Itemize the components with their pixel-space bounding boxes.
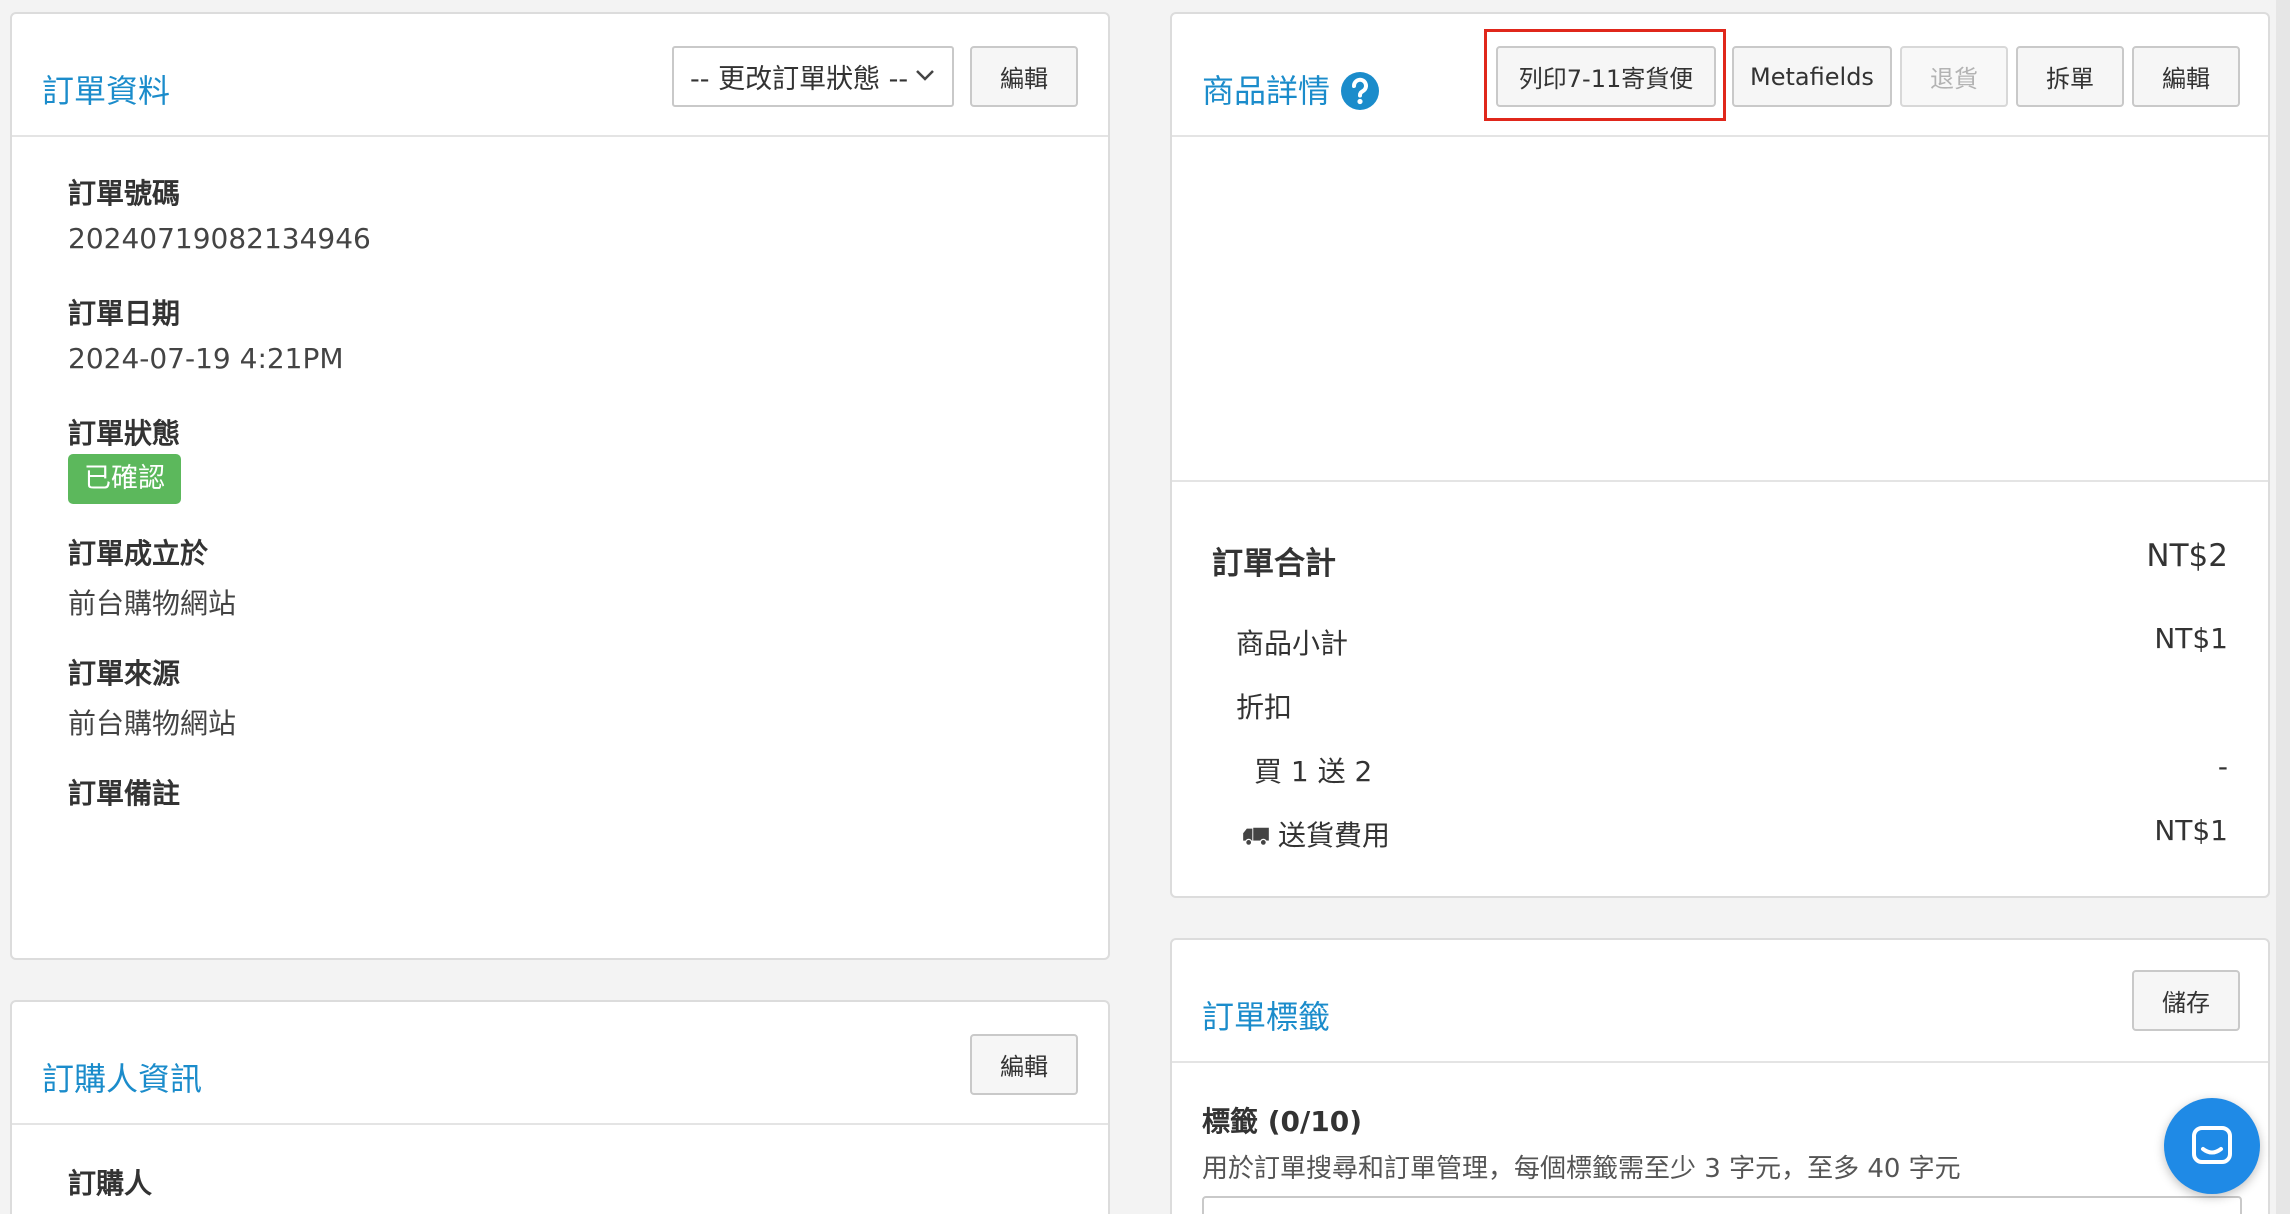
order-number-value: 20240719082134946 bbox=[68, 222, 371, 255]
discount-label: 折扣 bbox=[1236, 691, 1293, 724]
window-right-edge bbox=[2276, 0, 2290, 1214]
product-details-edit-button[interactable]: 編輯 bbox=[2132, 46, 2240, 107]
print-711-button[interactable]: 列印7-11寄貨便 bbox=[1496, 46, 1716, 107]
order-date-label: 訂單日期 bbox=[68, 297, 181, 330]
buyer-label: 訂購人 bbox=[68, 1167, 153, 1200]
subtotal-label: 商品小計 bbox=[1236, 627, 1349, 660]
order-source-label: 訂單來源 bbox=[68, 657, 181, 690]
order-number-label: 訂單號碼 bbox=[68, 177, 181, 210]
shipping-value: NT$1 bbox=[2154, 814, 2228, 847]
split-order-button[interactable]: 拆單 bbox=[2016, 46, 2124, 107]
shipping-row: 送貨費用 bbox=[1242, 814, 1390, 854]
promo-label: 買 1 送 2 bbox=[1254, 755, 1373, 788]
tags-help-text: 用於訂單搜尋和訂單管理，每個標籤需至少 3 字元，至多 40 字元 bbox=[1202, 1154, 1961, 1184]
tags-input[interactable] bbox=[1202, 1196, 2242, 1214]
order-total-label: 訂單合計 bbox=[1212, 546, 1336, 582]
order-tags-panel: 訂單標籤 儲存 標籤 (0/10) 用於訂單搜尋和訂單管理，每個標籤需至少 3 … bbox=[1170, 938, 2270, 1214]
save-tags-button[interactable]: 儲存 bbox=[2132, 970, 2240, 1031]
order-info-panel: 訂單資料 -- 更改訂單狀態 -- 編輯 訂單號碼 20240719082134… bbox=[10, 12, 1110, 960]
return-button[interactable]: 退貨 bbox=[1900, 46, 2008, 107]
order-status-select-value: -- 更改訂單狀態 -- bbox=[690, 64, 909, 95]
order-status-select[interactable]: -- 更改訂單狀態 -- bbox=[672, 46, 954, 107]
order-source-value: 前台購物網站 bbox=[68, 707, 237, 740]
truck-icon bbox=[1243, 827, 1269, 847]
promo-value: - bbox=[2217, 750, 2228, 783]
product-list-area bbox=[1172, 139, 2268, 482]
buyer-info-panel: 訂購人資訊 編輯 訂購人 bbox=[10, 1000, 1110, 1214]
created-at-label: 訂單成立於 bbox=[68, 537, 209, 570]
chat-icon bbox=[2192, 1126, 2232, 1164]
order-info-title: 訂單資料 bbox=[42, 72, 171, 110]
buyer-info-header: 訂購人資訊 編輯 bbox=[12, 1002, 1108, 1125]
chat-widget-button[interactable] bbox=[2164, 1098, 2260, 1194]
subtotal-value: NT$1 bbox=[2154, 622, 2228, 655]
order-notes-label: 訂單備註 bbox=[68, 777, 181, 810]
product-details-panel: 商品詳情 列印7-11寄貨便 Metafields 退貨 拆單 編輯 訂單合計 … bbox=[1170, 12, 2270, 898]
tags-count-label: 標籤 (0/10) bbox=[1202, 1105, 1363, 1138]
order-date-value: 2024-07-19 4:21PM bbox=[68, 342, 344, 375]
order-info-edit-button[interactable]: 編輯 bbox=[970, 46, 1078, 107]
buyer-info-title: 訂購人資訊 bbox=[42, 1060, 203, 1098]
shipping-label: 送貨費用 bbox=[1278, 819, 1391, 852]
product-details-header: 商品詳情 列印7-11寄貨便 Metafields 退貨 拆單 編輯 bbox=[1172, 14, 2268, 137]
metafields-button[interactable]: Metafields bbox=[1732, 46, 1892, 107]
order-page: 訂單資料 -- 更改訂單狀態 -- 編輯 訂單號碼 20240719082134… bbox=[0, 0, 2290, 1214]
product-details-title: 商品詳情 bbox=[1202, 14, 1380, 137]
order-status-badge: 已確認 bbox=[68, 454, 181, 504]
order-info-header: 訂單資料 -- 更改訂單狀態 -- 編輯 bbox=[12, 14, 1108, 137]
order-tags-title: 訂單標籤 bbox=[1202, 998, 1331, 1036]
order-status-label: 訂單狀態 bbox=[68, 417, 181, 450]
buyer-info-edit-button[interactable]: 編輯 bbox=[970, 1034, 1078, 1095]
chevron-down-icon bbox=[916, 70, 934, 81]
created-at-value: 前台購物網站 bbox=[68, 587, 237, 620]
question-circle-icon[interactable] bbox=[1340, 71, 1380, 111]
order-total-value: NT$2 bbox=[2146, 538, 2228, 574]
order-tags-header: 訂單標籤 儲存 bbox=[1172, 940, 2268, 1063]
